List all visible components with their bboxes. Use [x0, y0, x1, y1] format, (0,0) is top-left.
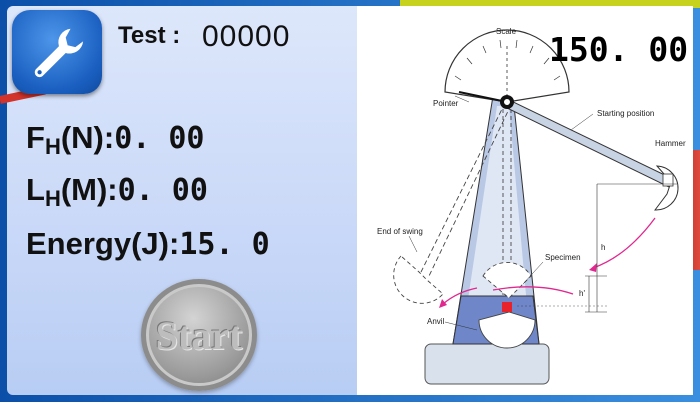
force-label-sub: H [44, 134, 61, 159]
energy-unit: (J): [131, 226, 180, 261]
start-button[interactable]: Start [141, 279, 257, 391]
force-unit: (N): [60, 120, 115, 155]
label-anvil: Anvil [427, 317, 445, 326]
swing-arrowhead-left [439, 299, 447, 308]
label-specimen: Specimen [545, 253, 581, 262]
force-label: F [26, 120, 45, 155]
label-scale: Scale [496, 27, 517, 36]
label-pointer: Pointer [433, 99, 459, 108]
energy-label: Energy [26, 226, 132, 261]
length-readout: LH(M):0. 00 [26, 172, 208, 212]
test-counter: 00000 [202, 20, 291, 53]
label-h: h [601, 243, 605, 252]
energy-readout: Energy(J):15. 0 [26, 226, 270, 262]
label-starting-position: Starting position [597, 109, 654, 118]
end-swing-leader [408, 235, 418, 253]
label-end-of-swing: End of swing [377, 227, 423, 236]
length-value: 0. 00 [117, 173, 208, 208]
wrench-icon [34, 28, 84, 78]
test-label: Test : [118, 22, 181, 49]
length-label: L [26, 172, 45, 207]
energy-value: 15. 0 [179, 227, 270, 262]
length-unit: (M): [60, 172, 118, 207]
end-swing-hammer [393, 255, 444, 304]
force-readout: FH(N):0. 00 [26, 120, 205, 160]
label-h-prime: h' [579, 289, 585, 298]
settings-button[interactable] [12, 10, 102, 94]
length-label-sub: H [44, 186, 61, 211]
start-button-label: Start [155, 312, 243, 358]
energy-display: 150. 00 [549, 30, 689, 69]
specimen [502, 302, 512, 312]
label-hammer: Hammer [655, 139, 686, 148]
start-leader [570, 113, 594, 131]
machine-base [424, 343, 550, 385]
pivot-center [504, 99, 510, 105]
force-value: 0. 00 [114, 121, 205, 156]
swing-arrowhead-right [589, 263, 597, 272]
